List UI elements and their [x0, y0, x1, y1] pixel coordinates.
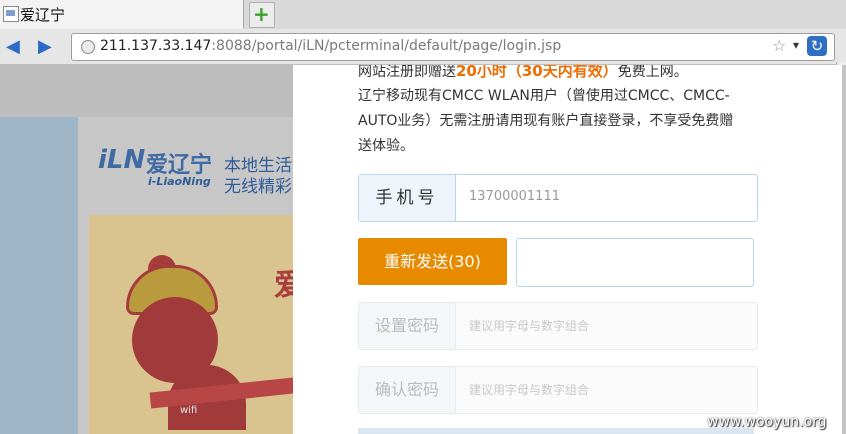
url-text[interactable]: 211.137.33.147:8088/portal/iLN/pctermina…: [100, 38, 561, 54]
wifi-badge: wifi: [180, 405, 198, 416]
tab-bar: 爱辽宁 +: [0, 0, 846, 30]
left-decor-panel: [0, 117, 78, 434]
set-password-input[interactable]: 建议用字母与数字组合: [469, 317, 589, 334]
bookmark-star-icon[interactable]: ☆: [772, 36, 786, 55]
url-host: 211.137.33.147: [100, 38, 212, 54]
plus-icon: +: [253, 2, 270, 26]
tab-title: 爱辽宁: [20, 6, 66, 24]
back-arrow-icon[interactable]: ◀: [6, 36, 20, 57]
logo-mark: iLN: [98, 145, 146, 175]
promo-suffix: 免费上网。: [617, 65, 688, 80]
confirm-password-field[interactable]: 确认密码 建议用字母与数字组合: [358, 366, 758, 414]
cmcc-notice: 辽宁移动现有CMCC WLAN用户（曾使用过CMCC、CMCC-AUTO业务）无…: [358, 88, 734, 154]
confirm-password-label: 确认密码: [359, 367, 456, 413]
logo-english: i-LiaoNing: [148, 175, 211, 188]
address-bar[interactable]: 211.137.33.147:8088/portal/iLN/pctermina…: [71, 33, 835, 61]
registration-modal: 网站注册即赠送20小时（30天内有效）免费上网。 辽宁移动现有CMCC WLAN…: [293, 65, 842, 434]
phone-field[interactable]: 手机号 13700001111: [358, 174, 758, 222]
set-password-field[interactable]: 设置密码 建议用字母与数字组合: [358, 302, 758, 350]
submit-button-edge[interactable]: [358, 428, 754, 434]
resend-code-button[interactable]: 重新发送(30): [358, 238, 507, 285]
watermark-text: www.wooyun.org: [707, 414, 827, 430]
phone-label: 手机号: [359, 175, 456, 221]
promo-highlight: 20小时（30天内有效）: [456, 65, 618, 80]
promo-text: 网站注册即赠送20小时（30天内有效）免费上网。: [358, 65, 738, 85]
phone-input[interactable]: 13700001111: [469, 189, 560, 204]
set-password-label: 设置密码: [359, 303, 456, 349]
reload-icon[interactable]: ↻: [807, 36, 827, 56]
browser-tab[interactable]: 爱辽宁: [0, 0, 244, 29]
portal-logo: iLN 爱辽宁 i-LiaoNing 本地生活 无线精彩: [98, 137, 294, 197]
url-path: :8088/portal/iLN/pcterminal/default/page…: [211, 38, 562, 54]
verification-code-input[interactable]: [516, 238, 754, 287]
promo-prefix: 网站注册即赠送: [358, 65, 456, 80]
history-dropdown-icon[interactable]: ▾: [793, 38, 799, 52]
tagline-line-2: 无线精彩: [224, 177, 292, 197]
new-tab-button[interactable]: +: [249, 2, 275, 28]
navigation-bar: ◀ ▶ 211.137.33.147:8088/portal/iLN/pcter…: [0, 29, 846, 88]
page-icon: [3, 6, 19, 22]
globe-icon: [81, 40, 95, 54]
page-right-edge: [842, 65, 846, 434]
forward-arrow-icon[interactable]: ▶: [38, 36, 52, 57]
confirm-password-input[interactable]: 建议用字母与数字组合: [469, 381, 589, 398]
